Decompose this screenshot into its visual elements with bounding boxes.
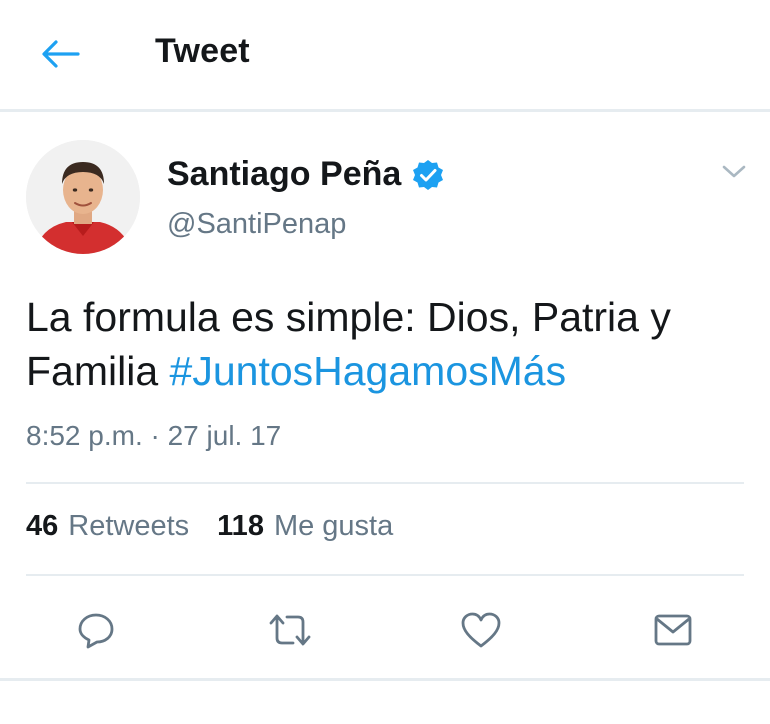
author-name[interactable]: Santiago Peña <box>167 155 401 194</box>
author-handle[interactable]: @SantiPenap <box>167 208 346 241</box>
author-row: Santiago Peña <box>167 155 445 194</box>
retweets-count: 46 <box>26 510 59 542</box>
back-button[interactable] <box>38 34 82 74</box>
reply-button[interactable] <box>68 602 124 658</box>
divider <box>26 482 744 484</box>
tweet-actions <box>0 602 770 658</box>
likes-count: 118 <box>217 510 264 542</box>
divider <box>26 574 744 576</box>
like-button[interactable] <box>453 602 509 658</box>
tweet-text: La formula es simple: Dios, Patria y Fam… <box>26 290 746 398</box>
avatar[interactable] <box>26 140 140 254</box>
hashtag-link[interactable]: #JuntosHagamosMás <box>170 348 567 394</box>
retweet-button[interactable] <box>262 602 318 658</box>
arrow-left-icon <box>42 40 80 68</box>
direct-message-button[interactable] <box>645 602 701 658</box>
likes-label: Me gusta <box>273 510 394 542</box>
heart-icon <box>461 612 501 648</box>
tweet-menu-button[interactable] <box>718 158 750 186</box>
retweet-icon <box>269 614 311 646</box>
likes-stat[interactable]: 118 Me gusta <box>217 510 393 543</box>
divider <box>0 678 770 681</box>
tweet-stats: 46 Retweets 118 Me gusta <box>26 510 393 543</box>
avatar-image <box>26 140 140 254</box>
chevron-down-icon <box>722 165 746 178</box>
retweets-stat[interactable]: 46 Retweets <box>26 510 189 543</box>
page-title: Tweet <box>155 32 250 70</box>
reply-icon <box>78 613 114 649</box>
envelope-icon <box>654 614 692 646</box>
tweet-timestamp[interactable]: 8:52 p.m. · 27 jul. 17 <box>26 420 281 452</box>
top-app-bar: Tweet <box>0 0 770 112</box>
verified-badge-icon <box>411 158 445 192</box>
retweets-label: Retweets <box>68 510 190 542</box>
